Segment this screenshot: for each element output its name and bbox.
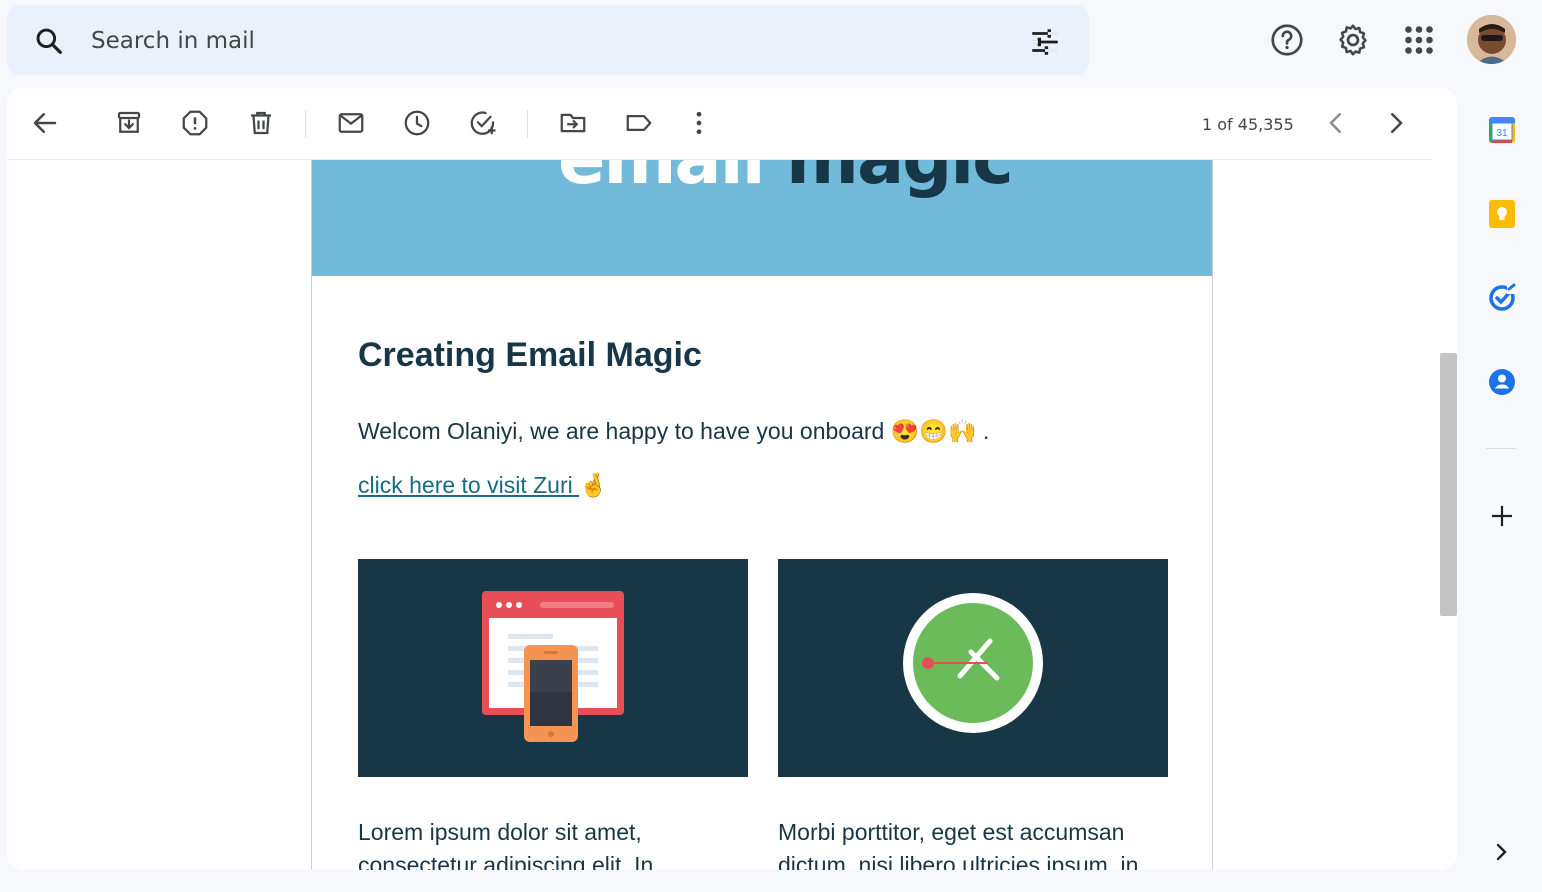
snooze-icon[interactable] — [402, 108, 432, 138]
prev-chevron-icon[interactable] — [1321, 108, 1351, 138]
mark-unread-icon[interactable] — [336, 108, 366, 138]
expand-panel-icon[interactable] — [1486, 836, 1518, 868]
scrollbar-thumb[interactable] — [1440, 353, 1457, 616]
column-text-left: Lorem ipsum dolor sit amet, consectetur … — [358, 819, 654, 870]
column-text-right: Morbi porttitor, eget est accumsan dictu… — [778, 819, 1139, 870]
report-spam-icon[interactable] — [180, 108, 210, 138]
calendar-icon[interactable]: 31 — [1486, 114, 1518, 146]
help-icon[interactable] — [1269, 22, 1305, 58]
responsive-devices-illustration — [358, 559, 748, 777]
toolbar-divider — [527, 110, 528, 138]
keep-icon[interactable] — [1486, 198, 1518, 230]
svg-text:31: 31 — [1496, 128, 1508, 139]
message-toolbar: 1 of 45,355 — [7, 88, 1432, 160]
delete-icon[interactable] — [246, 108, 276, 138]
tasks-icon[interactable] — [1486, 282, 1518, 314]
apps-grid-icon[interactable] — [1401, 22, 1437, 58]
next-chevron-icon[interactable] — [1381, 108, 1411, 138]
avatar[interactable] — [1467, 15, 1516, 64]
pagination-count: 1 of 45,355 — [1202, 115, 1294, 134]
archive-icon[interactable] — [114, 108, 144, 138]
toolbar-divider — [305, 110, 306, 138]
email-title: Creating Email Magic — [358, 336, 702, 374]
contacts-icon[interactable] — [1486, 366, 1518, 398]
add-to-tasks-icon[interactable] — [468, 108, 498, 138]
crossed-fingers-emoji: 🤞 — [579, 472, 608, 498]
label-icon[interactable] — [624, 108, 654, 138]
message-pane: 1 of 45,355 email magic Creating Email M… — [7, 88, 1457, 870]
side-panel-divider — [1486, 448, 1516, 449]
search-icon[interactable] — [33, 25, 65, 57]
email-banner: email magic — [312, 160, 1212, 276]
visit-zuri-link[interactable]: click here to visit Zuri 🤞 — [358, 472, 608, 499]
email-body: email magic Creating Email Magic Welcom … — [311, 160, 1213, 870]
clock-illustration — [778, 559, 1168, 777]
add-addon-icon[interactable] — [1486, 500, 1518, 532]
welcome-text: Welcom Olaniyi, we are happy to have you… — [358, 418, 990, 444]
move-to-icon[interactable] — [558, 108, 588, 138]
more-vert-icon[interactable] — [684, 108, 714, 138]
back-arrow-icon[interactable] — [30, 108, 60, 138]
search-input[interactable]: Search in mail — [91, 28, 255, 54]
banner-logo: email magic — [558, 160, 1014, 200]
filter-options-icon[interactable] — [1028, 25, 1062, 59]
settings-icon[interactable] — [1335, 22, 1371, 58]
search-bar[interactable]: Search in mail — [7, 5, 1089, 75]
